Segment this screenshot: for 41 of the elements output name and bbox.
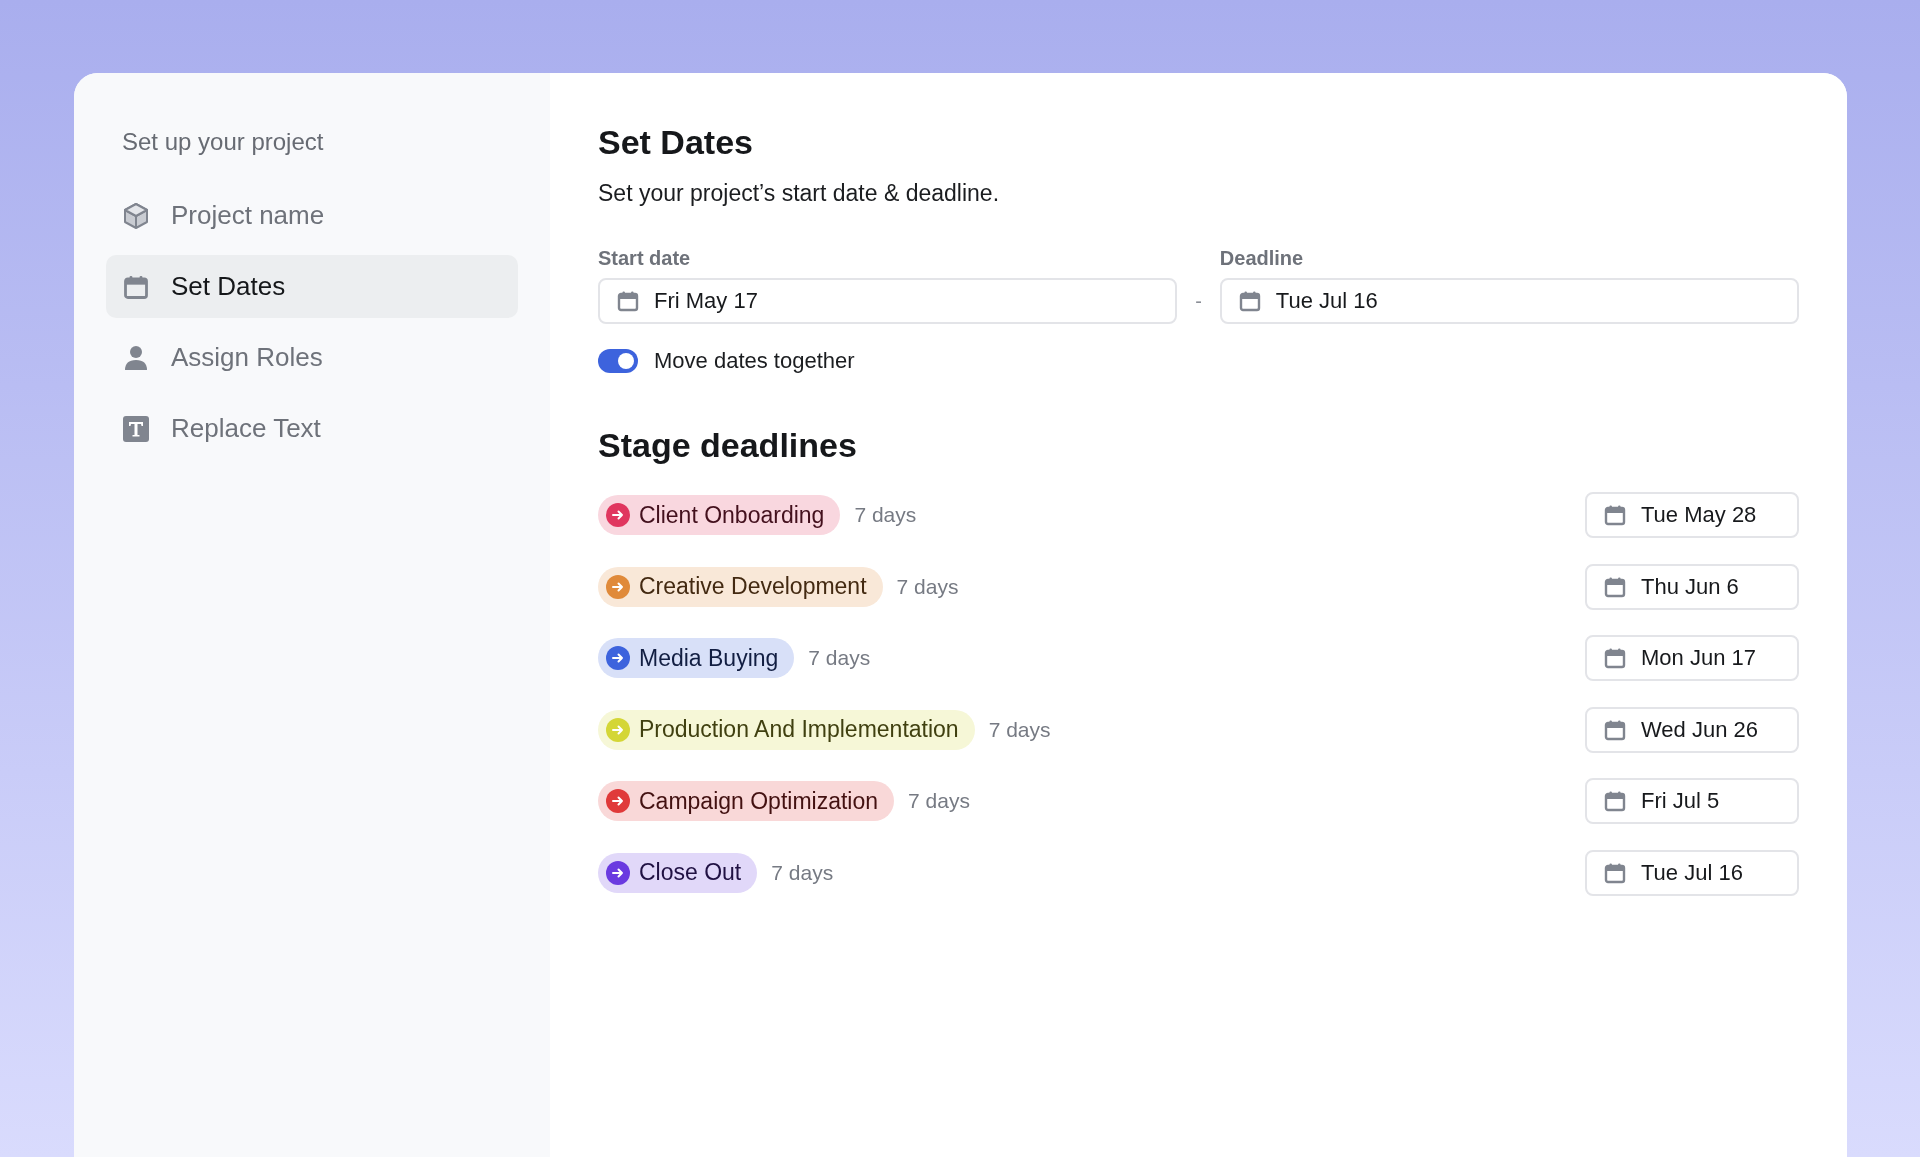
start-date-field[interactable]: Fri May 17 xyxy=(598,278,1178,324)
section-heading: Stage deadlines xyxy=(598,426,858,465)
text-tool-icon xyxy=(122,414,150,443)
stage-tag[interactable]: Media Buying xyxy=(598,638,795,678)
deadline-field[interactable]: Tue Jul 16 xyxy=(1219,278,1799,324)
calendar-icon xyxy=(1603,503,1627,527)
date-button[interactable]: Thu Jun 6 xyxy=(1585,563,1799,610)
date-button[interactable]: Tue Jul 16 xyxy=(1585,849,1799,896)
page-subtitle: Set your project’s start date & deadline. xyxy=(598,180,1001,207)
cube-icon xyxy=(122,201,150,230)
date-separator: - xyxy=(1194,288,1203,314)
person-icon xyxy=(122,343,150,372)
sidebar-item[interactable]: Assign Roles xyxy=(106,326,518,389)
field-label: Start date xyxy=(598,247,692,270)
stage-duration: 7 days xyxy=(808,646,871,670)
calendar-icon xyxy=(1603,789,1627,813)
calendar-icon xyxy=(616,289,640,313)
date-button[interactable]: Fri Jul 5 xyxy=(1585,778,1799,824)
stage-duration: 7 days xyxy=(908,789,970,813)
stage-tag[interactable]: Close Out xyxy=(598,852,758,893)
toggle-label: Move dates together xyxy=(654,348,855,374)
date-button[interactable]: Mon Jun 17 xyxy=(1585,635,1799,681)
calendar-icon xyxy=(1237,289,1262,313)
sidebar-item[interactable]: Replace Text xyxy=(106,397,518,460)
sidebar-item[interactable]: Project name xyxy=(106,184,518,247)
stage-tag[interactable]: Production And Implementation xyxy=(598,709,975,750)
stage-duration: 7 days xyxy=(896,574,959,599)
calendar-icon xyxy=(1603,646,1627,670)
stage-duration: 7 days xyxy=(854,503,917,527)
stage-duration: 7 days xyxy=(771,860,834,885)
sidebar-heading: Set up your project xyxy=(122,128,325,156)
stage-tag[interactable]: Campaign Optimization xyxy=(598,781,895,821)
page-title: Set Dates xyxy=(598,123,754,162)
stage-tag[interactable]: Creative Development xyxy=(598,566,883,607)
sidebar-item[interactable]: Set Dates xyxy=(106,255,518,318)
toggle-switch[interactable] xyxy=(598,349,638,373)
date-button[interactable]: Wed Jun 26 xyxy=(1585,706,1799,753)
stage-tag[interactable]: Client Onboarding xyxy=(598,495,841,535)
date-button[interactable]: Tue May 28 xyxy=(1585,492,1799,538)
stage-duration: 7 days xyxy=(988,717,1051,742)
field-label: Deadline xyxy=(1219,247,1305,270)
